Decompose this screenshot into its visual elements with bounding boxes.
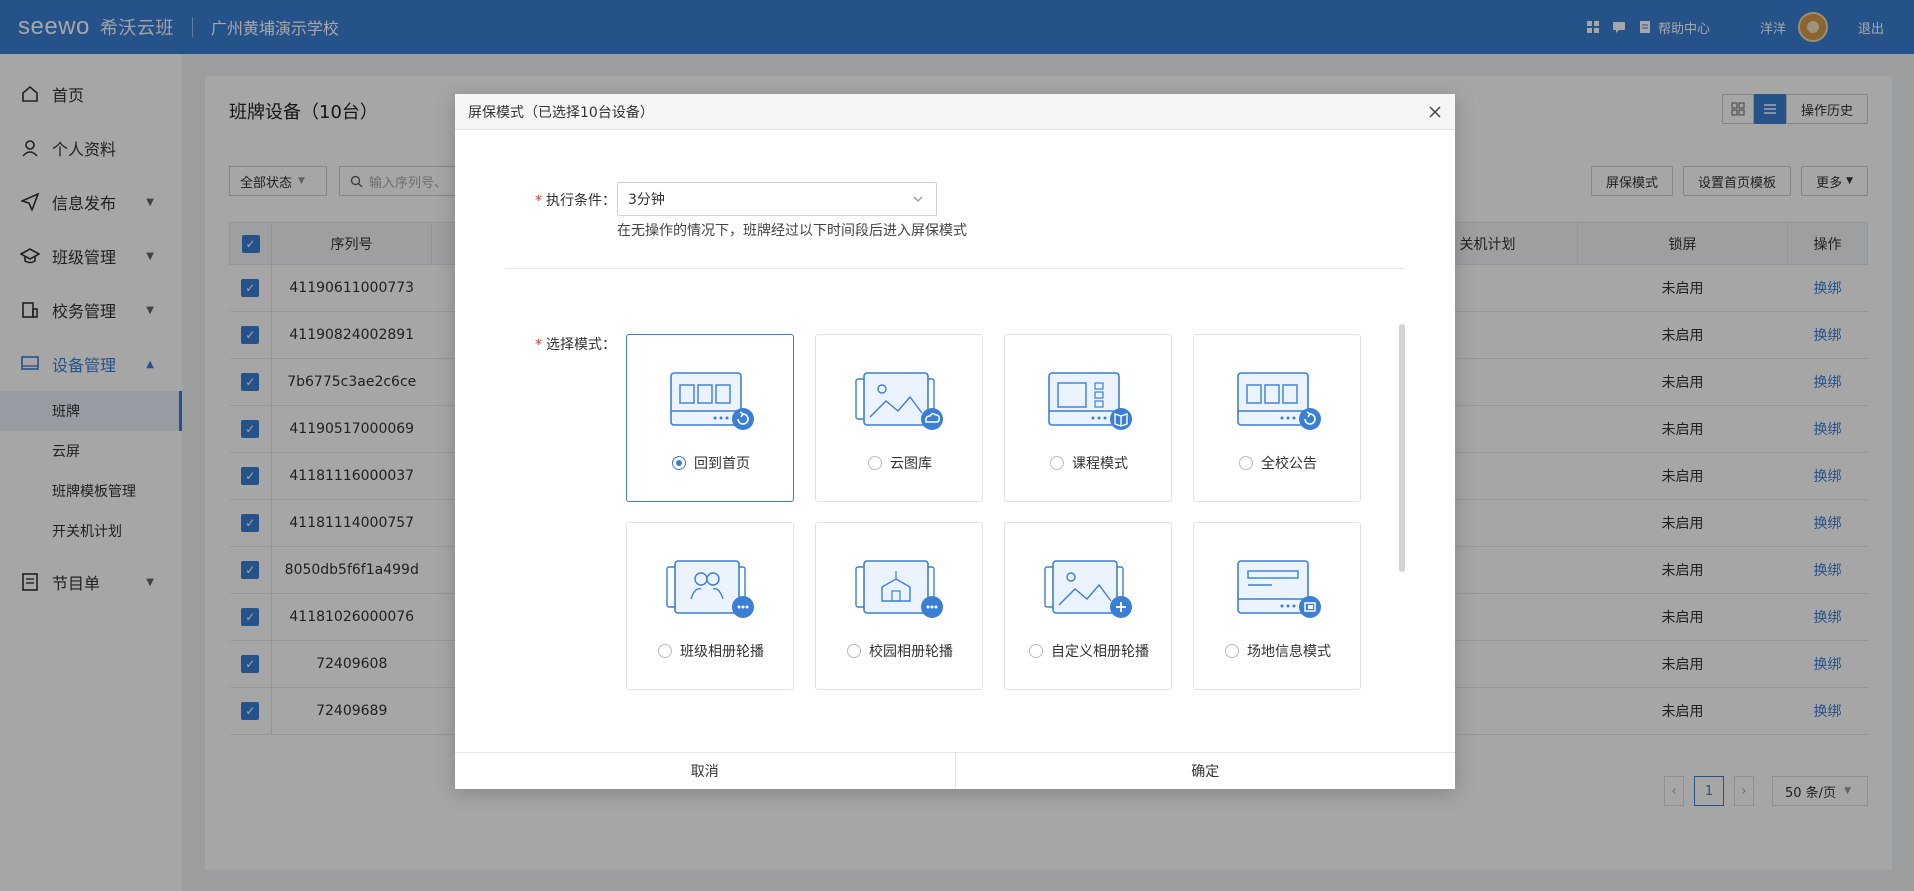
mode-card-campus-album[interactable]: 校园相册轮播 xyxy=(815,522,983,690)
mode-option[interactable]: 云图库 xyxy=(816,453,984,473)
condition-value: 3分钟 xyxy=(628,192,665,208)
custom-album-icon xyxy=(1044,560,1132,618)
radio-button[interactable] xyxy=(1225,644,1239,658)
required-mark: * xyxy=(535,337,542,353)
class-album-icon xyxy=(666,560,754,618)
modal-title: 屏保模式（已选择10台设备） xyxy=(468,104,654,121)
mode-label-text: 选择模式： xyxy=(546,337,616,353)
mode-option[interactable]: 场地信息模式 xyxy=(1194,641,1362,661)
radio-button[interactable] xyxy=(672,456,686,470)
radio-button[interactable] xyxy=(868,456,882,470)
mode-option-label: 课程模式 xyxy=(1072,456,1128,472)
radio-button[interactable] xyxy=(847,644,861,658)
condition-label-text: 执行条件： xyxy=(546,193,616,209)
mode-option-label: 场地信息模式 xyxy=(1247,644,1331,660)
course-icon xyxy=(1048,372,1132,430)
mode-card-cloud-gallery[interactable]: 云图库 xyxy=(815,334,983,502)
mode-card-course[interactable]: 课程模式 xyxy=(1004,334,1172,502)
required-mark: * xyxy=(535,193,542,209)
mode-card-announcement[interactable]: 全校公告 xyxy=(1193,334,1361,502)
mode-card-class-album[interactable]: 班级相册轮播 xyxy=(626,522,794,690)
mode-label: * 选择模式： xyxy=(535,334,616,354)
modal-header: 屏保模式（已选择10台设备） xyxy=(455,94,1455,130)
confirm-button[interactable]: 确定 xyxy=(956,753,1456,789)
announcement-icon xyxy=(1237,372,1321,430)
mode-option-label: 自定义相册轮播 xyxy=(1051,644,1149,660)
mode-option[interactable]: 全校公告 xyxy=(1194,453,1362,473)
divider xyxy=(505,268,1405,269)
condition-hint: 在无操作的情况下，班牌经过以下时间段后进入屏保模式 xyxy=(617,223,967,239)
campus-album-icon xyxy=(855,560,943,618)
cancel-button[interactable]: 取消 xyxy=(455,753,956,789)
scrollbar[interactable] xyxy=(1399,324,1405,572)
condition-label: * 执行条件： xyxy=(535,190,616,210)
mode-option[interactable]: 班级相册轮播 xyxy=(627,641,795,661)
radio-button[interactable] xyxy=(1050,456,1064,470)
mode-option[interactable]: 回到首页 xyxy=(627,453,795,473)
mode-option-label: 云图库 xyxy=(890,456,932,472)
mode-card-custom-album[interactable]: 自定义相册轮播 xyxy=(1004,522,1172,690)
mode-option-label: 全校公告 xyxy=(1261,456,1317,472)
mode-option-label: 回到首页 xyxy=(694,456,750,472)
mode-option[interactable]: 自定义相册轮播 xyxy=(1005,641,1173,661)
chevron-down-icon xyxy=(913,196,923,202)
close-icon xyxy=(1429,106,1441,118)
screensaver-modal: 屏保模式（已选择10台设备） * 执行条件： 3分钟 在无操作的情况下，班牌经过以… xyxy=(455,94,1455,789)
close-button[interactable] xyxy=(1425,102,1445,122)
condition-select[interactable]: 3分钟 xyxy=(617,182,937,216)
mode-card-return-home[interactable]: 回到首页 xyxy=(626,334,794,502)
modal-footer: 取消 确定 xyxy=(455,752,1455,789)
mode-option-label: 校园相册轮播 xyxy=(869,644,953,660)
mode-card-venue-info[interactable]: 场地信息模式 xyxy=(1193,522,1361,690)
radio-button[interactable] xyxy=(1029,644,1043,658)
return-home-icon xyxy=(670,372,754,430)
mode-option-label: 班级相册轮播 xyxy=(680,644,764,660)
mode-option[interactable]: 课程模式 xyxy=(1005,453,1173,473)
radio-button[interactable] xyxy=(1239,456,1253,470)
mode-option[interactable]: 校园相册轮播 xyxy=(816,641,984,661)
radio-button[interactable] xyxy=(658,644,672,658)
cloud-gallery-icon xyxy=(855,372,943,430)
venue-info-icon xyxy=(1237,560,1321,618)
